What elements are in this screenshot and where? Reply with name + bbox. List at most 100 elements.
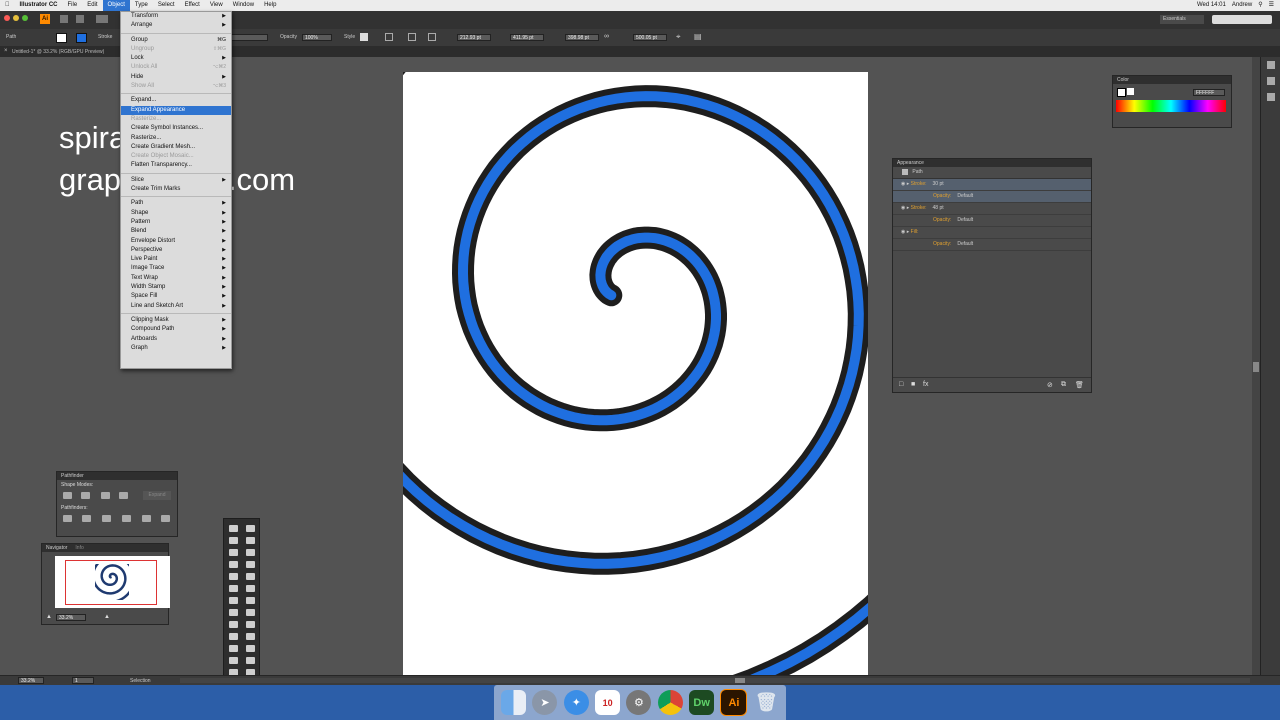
menu-item-create-symbol-instances[interactable]: Create Symbol Instances... <box>121 124 231 133</box>
vertical-scrollbar[interactable] <box>1252 57 1260 677</box>
appearance-row[interactable]: ◉ ▸ Stroke: 48 pt <box>893 203 1091 215</box>
intersect-icon[interactable] <box>101 492 110 499</box>
reference-point-icon[interactable] <box>428 33 436 41</box>
menu-item-image-trace[interactable]: Image Trace ▶ <box>121 264 231 273</box>
menu-item-compound-path[interactable]: Compound Path ▶ <box>121 325 231 334</box>
lasso-tool-icon[interactable] <box>246 537 255 544</box>
pathfinder-panel-title[interactable]: Pathfinder <box>57 472 177 480</box>
menu-item-text-wrap[interactable]: Text Wrap ▶ <box>121 274 231 283</box>
curvature-tool-icon[interactable] <box>246 549 255 556</box>
add-stroke-icon[interactable]: □ <box>899 381 903 388</box>
color-panel-title[interactable]: Color <box>1113 76 1231 84</box>
add-fill-icon[interactable]: ■ <box>911 381 915 388</box>
menu-window[interactable]: Window <box>228 0 259 11</box>
menu-item-create-gradient-mesh[interactable]: Create Gradient Mesh... <box>121 143 231 152</box>
spiral-artwork[interactable] <box>308 0 1014 716</box>
workspace-switcher[interactable]: Essentials <box>1160 15 1204 24</box>
clear-appearance-icon[interactable]: ⊘ <box>1047 381 1053 389</box>
shape-builder-tool-icon[interactable] <box>246 621 255 628</box>
symbol-sprayer-tool-icon[interactable] <box>246 657 255 664</box>
status-page-field[interactable]: 1 <box>72 677 94 684</box>
color-spectrum[interactable] <box>1116 100 1226 112</box>
align-icon[interactable] <box>408 33 416 41</box>
appearance-panel-title[interactable]: Appearance <box>893 159 1091 167</box>
menu-item-expand[interactable]: Expand... <box>121 96 231 105</box>
bridge-icon[interactable] <box>60 15 68 23</box>
menu-item-arrange[interactable]: Arrange ▶ <box>121 21 231 30</box>
add-effect-icon[interactable]: fx <box>923 381 928 388</box>
illustrator-icon[interactable]: Ai <box>720 689 748 716</box>
duplicate-item-icon[interactable]: ⧉ <box>1061 381 1066 389</box>
menu-item-create-trim-marks[interactable]: Create Trim Marks <box>121 185 231 194</box>
opacity-label[interactable]: Opacity <box>280 34 297 40</box>
trim-icon[interactable] <box>82 515 91 522</box>
launchpad-icon[interactable]: ➤ <box>532 690 558 715</box>
blend-tool-icon[interactable] <box>229 657 238 664</box>
perspective-grid-tool-icon[interactable] <box>229 633 238 640</box>
appearance-row[interactable]: Opacity: Default <box>893 215 1091 227</box>
menu-type[interactable]: Type <box>130 0 153 11</box>
finder-icon[interactable] <box>501 690 527 715</box>
magic-wand-tool-icon[interactable] <box>229 537 238 544</box>
menu-item-artboards[interactable]: Artboards ▶ <box>121 335 231 344</box>
scale-tool-icon[interactable] <box>229 609 238 616</box>
menu-item-shape[interactable]: Shape ▶ <box>121 209 231 218</box>
exclude-icon[interactable] <box>119 492 128 499</box>
menu-item-path[interactable]: Path ▶ <box>121 199 231 208</box>
menu-item-hide[interactable]: Hide ▶ <box>121 73 231 82</box>
menu-item-slice[interactable]: Slice ▶ <box>121 176 231 185</box>
y-position-field[interactable]: 411.95 pt <box>510 34 544 41</box>
appearance-attribute-value[interactable]: Default <box>957 217 973 223</box>
shaper-tool-icon[interactable] <box>229 585 238 592</box>
arrange-documents-icon[interactable] <box>76 15 84 23</box>
horizontal-scrollbar[interactable] <box>180 678 1250 683</box>
system-preferences-icon[interactable]: ⚙ <box>626 690 652 715</box>
zoom-window-icon[interactable] <box>22 15 28 21</box>
menu-edit[interactable]: Edit <box>82 0 102 11</box>
spotlight-icon[interactable]: ⚲ <box>1258 0 1262 11</box>
menu-item-graph[interactable]: Graph ▶ <box>121 344 231 353</box>
minus-front-icon[interactable] <box>81 492 90 499</box>
zoom-out-icon[interactable]: ▲ <box>46 614 52 620</box>
menu-item-rasterize[interactable]: Rasterize... <box>121 134 231 143</box>
workspace-layout-icon[interactable] <box>96 15 108 23</box>
type-tool-icon[interactable] <box>229 561 238 568</box>
isolate-icon[interactable]: ▤ <box>694 32 702 41</box>
trash-icon[interactable]: 🗑 <box>754 690 779 715</box>
menu-view[interactable]: View <box>205 0 228 11</box>
appearance-attribute-label[interactable]: Opacity: <box>933 241 951 247</box>
line-tool-icon[interactable] <box>246 561 255 568</box>
stroke-label[interactable]: Stroke <box>98 34 112 40</box>
scroll-thumb[interactable] <box>1253 362 1259 372</box>
fill-color-swatch[interactable] <box>1117 88 1126 97</box>
menu-effect[interactable]: Effect <box>180 0 205 11</box>
eraser-tool-icon[interactable] <box>229 597 238 604</box>
menu-object[interactable]: Object <box>102 0 130 11</box>
graphic-style-swatch[interactable] <box>360 33 368 41</box>
menu-item-lock[interactable]: Lock ▶ <box>121 54 231 63</box>
appearance-attribute-value[interactable]: Default <box>957 241 973 247</box>
hex-color-field[interactable]: FFFFFF <box>1193 89 1225 96</box>
menu-item-clipping-mask[interactable]: Clipping Mask ▶ <box>121 316 231 325</box>
notification-center-icon[interactable]: ☰ <box>1269 0 1274 11</box>
fill-swatch[interactable] <box>56 33 67 43</box>
menu-item-perspective[interactable]: Perspective ▶ <box>121 246 231 255</box>
rectangle-tool-icon[interactable] <box>229 573 238 580</box>
zoom-in-icon[interactable]: ▲ <box>104 614 110 620</box>
gradient-tool-icon[interactable] <box>229 645 238 652</box>
menu-item-flatten-transparency[interactable]: Flatten Transparency... <box>121 161 231 170</box>
menu-select[interactable]: Select <box>153 0 180 11</box>
status-zoom-field[interactable]: 33.2% <box>18 677 44 684</box>
close-tab-icon[interactable]: × <box>4 48 8 54</box>
menu-item-width-stamp[interactable]: Width Stamp ▶ <box>121 283 231 292</box>
swatches-icon[interactable] <box>1267 93 1275 101</box>
menu-item-pattern[interactable]: Pattern ▶ <box>121 218 231 227</box>
direct-selection-tool-icon[interactable] <box>246 525 255 532</box>
visibility-eye-icon[interactable]: ◉ ▸ <box>901 205 911 211</box>
expand-button[interactable]: Expand <box>143 491 171 500</box>
unite-icon[interactable] <box>63 492 72 499</box>
brush-definition-dropdown[interactable] <box>230 34 268 41</box>
menu-file[interactable]: File <box>63 0 83 11</box>
menu-item-envelope-distort[interactable]: Envelope Distort ▶ <box>121 237 231 246</box>
document-tab[interactable]: Untitled-1* @ 33.2% (RGB/GPU Preview) <box>12 49 104 55</box>
